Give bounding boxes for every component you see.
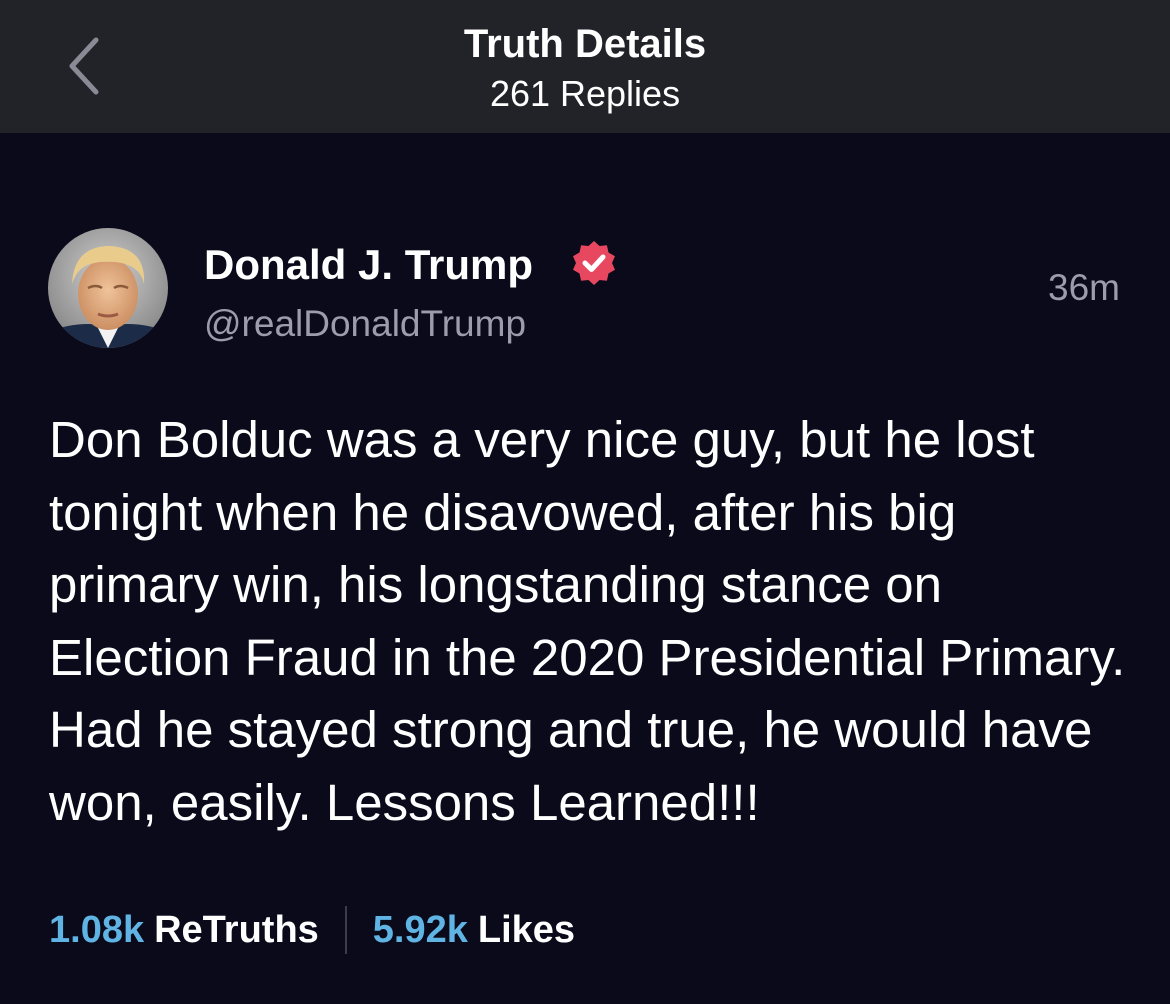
page-title: Truth Details	[463, 22, 707, 66]
retruths-count: 1.08k	[49, 909, 145, 951]
retruths-stat[interactable]: 1.08k ReTruths	[49, 906, 319, 954]
post-stats: 1.08k ReTruths 5.92k Likes	[49, 904, 575, 956]
likes-stat[interactable]: 5.92k Likes	[373, 906, 575, 954]
post-body: Don Bolduc was a very nice guy, but he l…	[49, 411, 1126, 831]
post-timestamp: 36m	[1048, 267, 1120, 308]
reply-count[interactable]: 261 Replies	[0, 72, 1170, 116]
likes-label: Likes	[477, 909, 576, 951]
author-name[interactable]: Donald J. Trump	[204, 240, 533, 290]
likes-count: 5.92k	[372, 909, 468, 951]
verified-badge-icon	[573, 241, 615, 285]
avatar[interactable]	[48, 228, 168, 348]
avatar-image	[48, 228, 168, 348]
retruths-label: ReTruths	[154, 909, 319, 951]
top-bar: Truth Details 261 Replies	[0, 0, 1170, 133]
stats-divider	[344, 906, 347, 954]
author-handle[interactable]: @realDonaldTrump	[204, 302, 526, 346]
